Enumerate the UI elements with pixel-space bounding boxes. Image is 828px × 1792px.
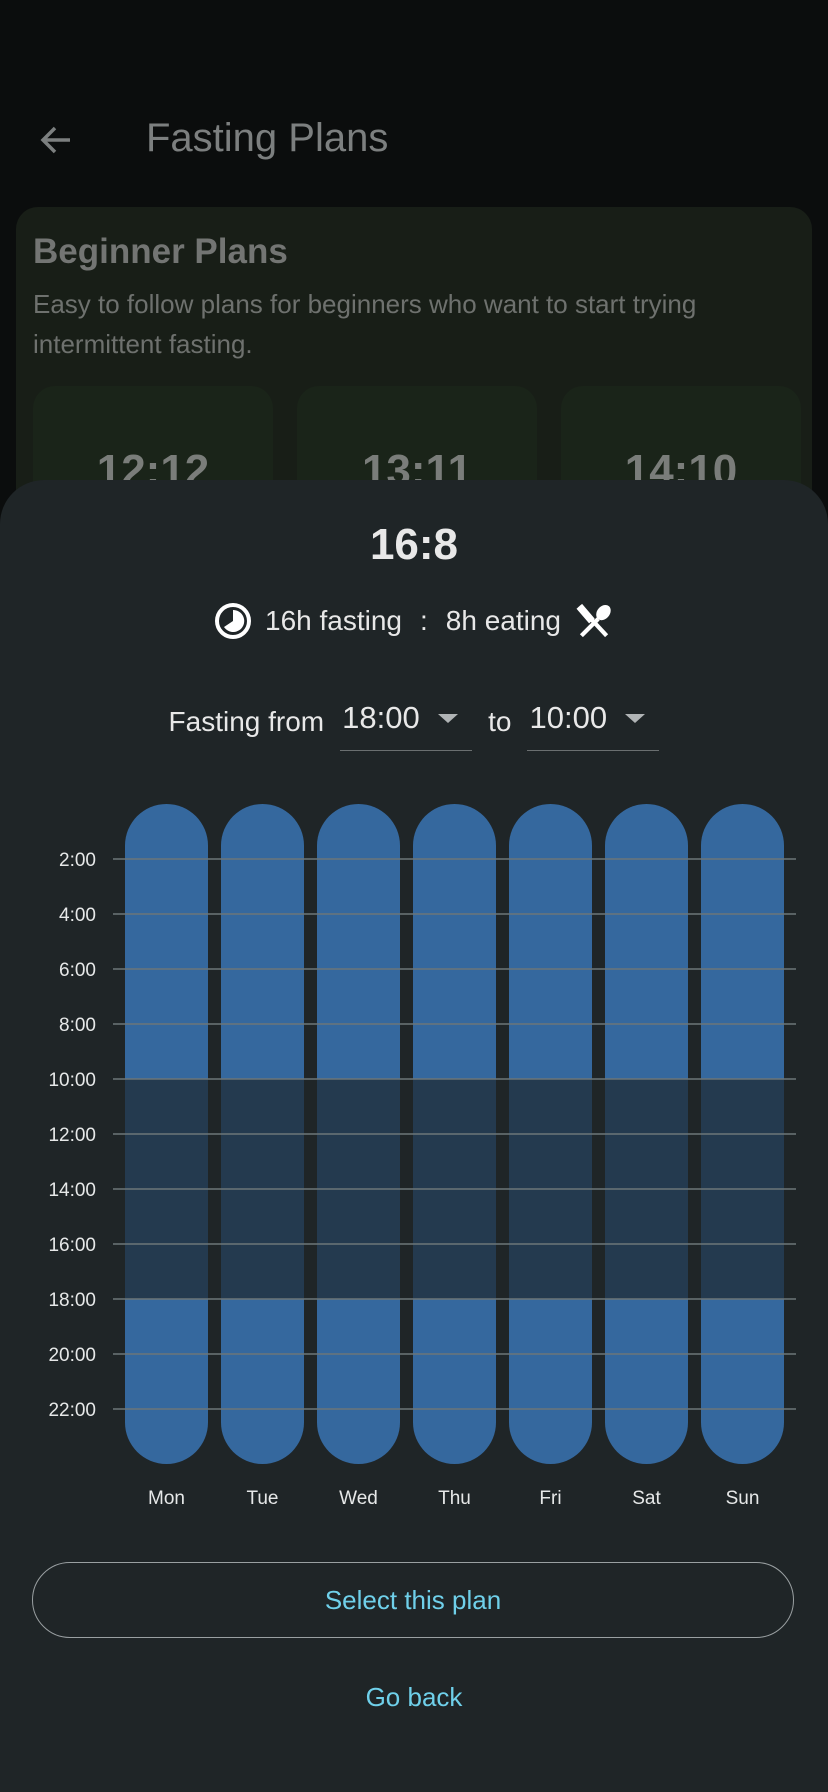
go-back-button[interactable]: Go back [0, 1682, 828, 1713]
fasting-segment [605, 804, 688, 1079]
utensils-icon [576, 603, 611, 638]
y-tick-label: 10:00 [48, 1070, 96, 1091]
fasting-segment [125, 804, 208, 1079]
y-tick-label: 22:00 [48, 1400, 96, 1421]
select-plan-button[interactable]: Select this plan [32, 1562, 794, 1638]
day-label: Sun [726, 1488, 760, 1509]
plan-ratio: 16h fasting : 8h eating [0, 600, 828, 642]
y-tick-label: 8:00 [59, 1015, 96, 1036]
day-label: Wed [339, 1488, 378, 1509]
y-tick-label: 12:00 [48, 1125, 96, 1146]
back-arrow-icon[interactable] [36, 120, 76, 160]
day-label: Thu [438, 1488, 471, 1509]
fasting-segment [701, 1299, 784, 1464]
to-label: to [488, 706, 512, 737]
fasting-hours: 16h fasting [265, 605, 402, 636]
fasting-segment [413, 1299, 496, 1464]
day-label: Fri [539, 1488, 561, 1509]
fasting-segment [509, 1299, 592, 1464]
fasting-segment [221, 1299, 304, 1464]
fasting-segment [317, 804, 400, 1079]
page-title: Fasting Plans [146, 116, 389, 160]
fasting-from-label: Fasting from [168, 706, 325, 737]
fasting-segment [605, 1299, 688, 1464]
day-label: Sat [632, 1488, 661, 1509]
section-description: Easy to follow plans for beginners who w… [33, 289, 697, 359]
y-tick-label: 2:00 [59, 850, 96, 871]
fasting-segment [701, 804, 784, 1079]
fasting-segment [413, 804, 496, 1079]
y-tick-label: 6:00 [59, 960, 96, 981]
day-label: Mon [148, 1488, 185, 1509]
y-tick-label: 18:00 [48, 1290, 96, 1311]
eating-hours: 8h eating [445, 605, 561, 636]
plan-name: 16:8 [369, 520, 459, 569]
fasting-window: Fasting from 18:00 to 10:00 [0, 700, 828, 751]
from-time-value: 18:00 [342, 700, 420, 735]
fasting-segment [317, 1299, 400, 1464]
chevron-down-icon [625, 713, 646, 723]
fasting-segment [509, 804, 592, 1079]
clock-pie-icon [215, 603, 251, 639]
chevron-down-icon [437, 713, 458, 723]
from-time-dropdown[interactable]: 18:00 [340, 700, 473, 751]
fasting-segment [221, 804, 304, 1079]
day-label: Tue [246, 1488, 278, 1509]
section-title: Beginner Plans [33, 232, 288, 271]
y-tick-label: 16:00 [48, 1235, 96, 1256]
ratio-separator: : [420, 605, 428, 636]
y-tick-label: 20:00 [48, 1345, 96, 1366]
weekly-fasting-chart: Mon Tue Wed Thu Fri Sat Sun 2:00 4:00 6:00 8:00 10:… [48, 804, 796, 1509]
to-time-dropdown[interactable]: 10:00 [527, 700, 660, 751]
y-tick-label: 4:00 [59, 905, 96, 926]
y-tick-label: 14:00 [48, 1180, 96, 1201]
fasting-segment [125, 1299, 208, 1464]
to-time-value: 10:00 [529, 700, 608, 735]
